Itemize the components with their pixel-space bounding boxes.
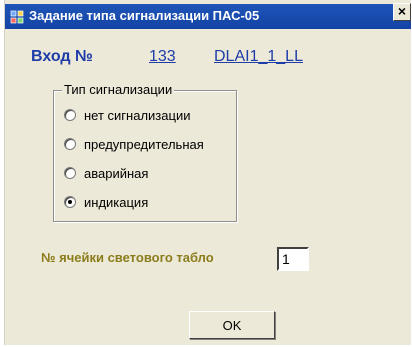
radio-option-indication[interactable]: индикация bbox=[64, 193, 148, 211]
signal-type-group: Тип сигнализации нет сигнализации предуп… bbox=[53, 82, 237, 222]
title-bar[interactable]: Задание типа сигнализации ПАС-05 bbox=[5, 4, 411, 29]
radio-label: нет сигнализации bbox=[84, 107, 191, 123]
radio-button-checked[interactable] bbox=[64, 196, 76, 208]
radio-label: индикация bbox=[84, 194, 149, 210]
input-name-link[interactable]: DLAI1_1_LL bbox=[214, 48, 303, 66]
cell-number-label: № ячейки светового табло bbox=[41, 250, 214, 265]
radio-label: аварийная bbox=[84, 165, 149, 181]
radio-button[interactable] bbox=[64, 109, 76, 121]
cell-number-input[interactable] bbox=[277, 247, 309, 271]
radio-button[interactable] bbox=[64, 138, 76, 150]
radio-option-warning[interactable]: предупредительная bbox=[64, 135, 204, 153]
dialog-window: Задание типа сигнализации ПАС-05 × Вход … bbox=[4, 0, 411, 345]
app-icon bbox=[10, 10, 24, 24]
radio-option-none[interactable]: нет сигнализации bbox=[64, 106, 190, 124]
ok-button[interactable]: OK bbox=[189, 311, 275, 339]
input-row: Вход № 133 DLAI1_1_LL bbox=[31, 48, 303, 66]
signal-type-legend: Тип сигнализации bbox=[62, 82, 175, 97]
radio-option-alarm[interactable]: аварийная bbox=[64, 164, 148, 182]
close-icon: × bbox=[397, 3, 407, 19]
input-number-link[interactable]: 133 bbox=[149, 48, 176, 66]
window-title: Задание типа сигнализации ПАС-05 bbox=[29, 8, 260, 23]
close-button[interactable]: × bbox=[393, 3, 411, 21]
radio-button[interactable] bbox=[64, 167, 76, 179]
radio-label: предупредительная bbox=[84, 136, 204, 152]
input-label: Вход № bbox=[31, 48, 93, 65]
